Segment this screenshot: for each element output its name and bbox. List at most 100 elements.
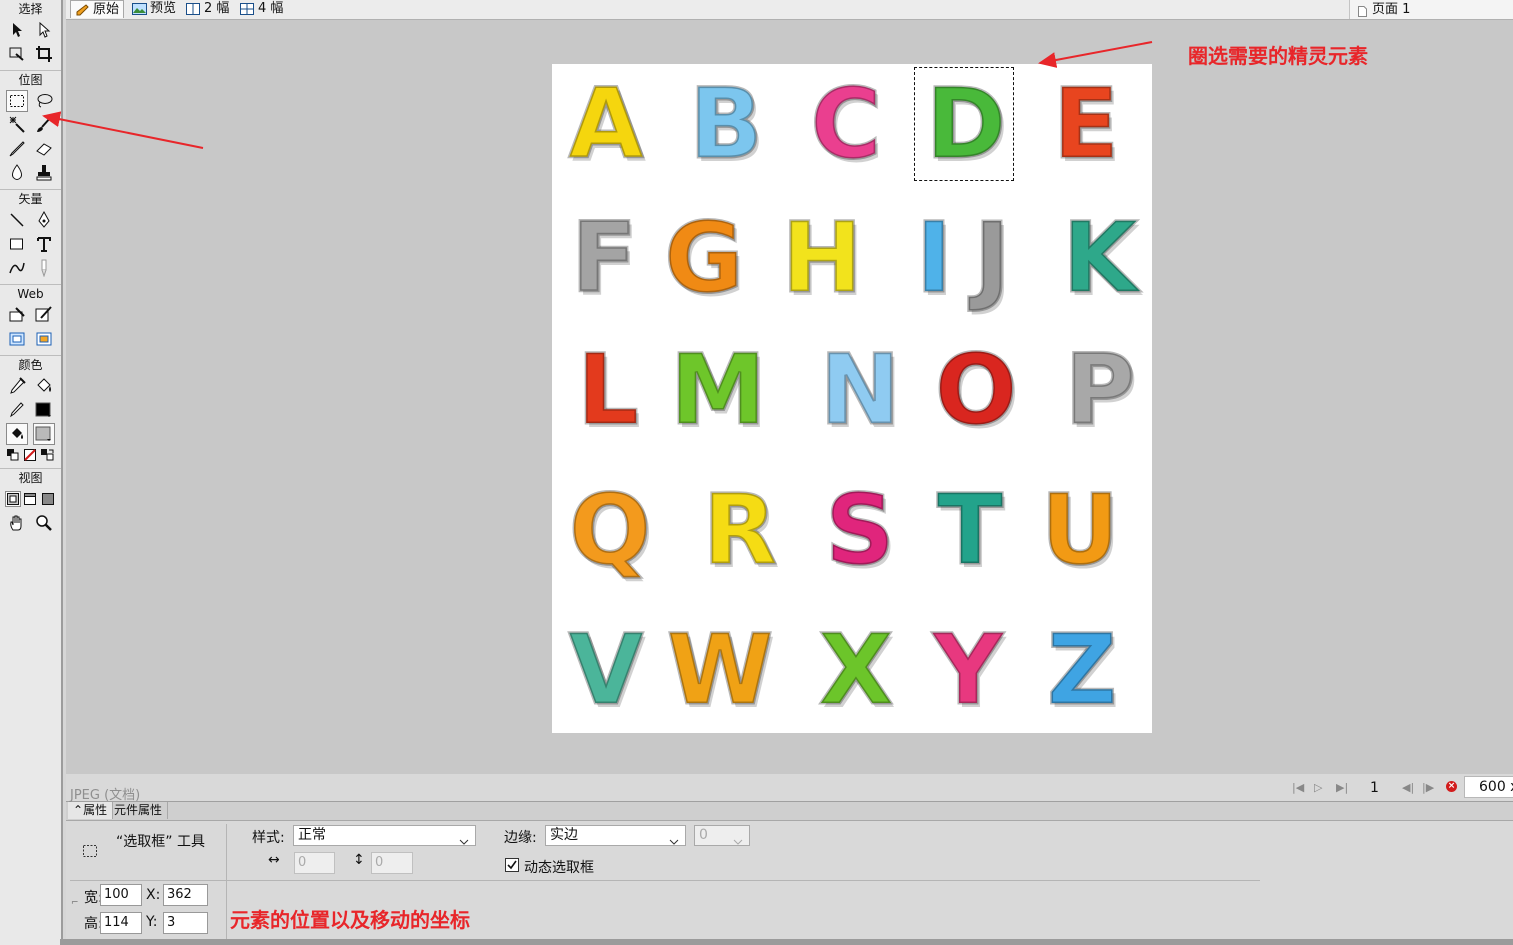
zoom-tool-icon[interactable] (33, 512, 55, 534)
document-type: JPEG (文档) (70, 788, 141, 803)
tab-symbol-properties[interactable]: 元件属性 (109, 802, 169, 819)
stroke-color-swatch[interactable] (33, 399, 55, 421)
view-tab-bar: 原始 预览 2 幅 4 幅 (66, 0, 1513, 20)
x-field[interactable]: 362 (163, 884, 208, 906)
play-icon[interactable]: ▷ (1314, 781, 1322, 794)
eyedropper-tool-icon[interactable] (6, 375, 28, 397)
letter-sprite-j: J (973, 202, 1012, 314)
paint-bucket-tool-icon[interactable] (33, 375, 55, 397)
edge-amount: 0 (694, 825, 750, 846)
toolbox-section-bitmap: 位图 (0, 70, 61, 89)
tab-properties-label: 属性 (83, 803, 108, 817)
y-field[interactable]: 3 (163, 912, 208, 934)
slice-tool-icon[interactable] (33, 304, 55, 326)
lasso-tool-icon[interactable] (33, 90, 55, 112)
rubber-stamp-tool-icon[interactable] (33, 162, 55, 184)
tab-2-up-label: 2 幅 (204, 1, 230, 16)
text-tool-icon[interactable] (33, 233, 55, 255)
magic-wand-tool-icon[interactable] (6, 114, 28, 136)
stop-icon[interactable]: × (1446, 781, 1457, 792)
rectangle-tool-icon[interactable] (6, 233, 28, 255)
swap-colors-icon[interactable] (41, 448, 55, 462)
hide-slices-icon[interactable] (6, 328, 28, 350)
style-label: 样式: (252, 830, 285, 846)
line-tool-icon[interactable] (6, 209, 28, 231)
blur-tool-icon[interactable] (6, 162, 28, 184)
zoom-level[interactable]: 600 x (1464, 776, 1513, 798)
letter-sprite-z: Z (1046, 614, 1119, 726)
brush-tool-icon[interactable] (33, 114, 55, 136)
style-value: 正常 (298, 827, 326, 843)
toolbox-section-select: 选择 (18, 2, 43, 16)
letter-sprite-c: C (809, 68, 882, 180)
document-canvas[interactable]: ABCDEFGHIJKLMNOPQRSTUVWXYZ (552, 64, 1152, 733)
canvas-area[interactable]: ABCDEFGHIJKLMNOPQRSTUVWXYZ (66, 20, 1513, 774)
y-label: Y: (146, 914, 158, 930)
tab-preview[interactable]: 预览 (128, 0, 180, 18)
pointer-tool-icon[interactable] (6, 19, 28, 41)
edge-dropdown[interactable]: 实边 (545, 825, 686, 846)
next-frame-icon[interactable]: |▶ (1422, 781, 1434, 794)
style-dropdown[interactable]: 正常 (293, 825, 476, 846)
fixed-height-icon: ↕ (353, 852, 365, 868)
letter-sprite-g: G (663, 202, 745, 314)
fill-color-icon[interactable] (6, 423, 29, 445)
fill-color-swatch[interactable] (32, 423, 55, 445)
freeform-tool-icon[interactable] (6, 257, 28, 279)
page-selector[interactable]: 页面 1 (1349, 0, 1513, 19)
hand-tool-icon[interactable] (6, 512, 28, 534)
toolbox-section-view: 视图 (0, 468, 61, 487)
toolbox-section-web: Web (0, 284, 61, 303)
eraser-tool-icon[interactable] (33, 138, 55, 160)
subselect-tool-icon[interactable] (33, 19, 55, 41)
edge-label: 边缘: (504, 830, 537, 846)
tab-4-up-label: 4 幅 (258, 1, 284, 16)
hotspot-tool-icon[interactable] (6, 304, 28, 326)
letter-sprite-w: W (666, 614, 775, 726)
toolbox-section-colors: 颜色 (0, 355, 61, 374)
height-field[interactable]: 114 (100, 912, 142, 934)
tab-2-up[interactable]: 2 幅 (182, 0, 233, 18)
full-screen-menus-mode-icon[interactable] (22, 491, 38, 507)
first-frame-icon[interactable]: |◀ (1292, 781, 1304, 794)
collapse-icon[interactable]: ⌃ (73, 803, 83, 817)
fixed-width-field: 0 (294, 852, 335, 874)
letter-sprite-a: A (567, 68, 644, 180)
marquee-tool-icon[interactable] (6, 90, 29, 112)
toolbox: 选择 位图 矢量 Web 颜色 视图 (0, 0, 63, 945)
lock-proportions-icon[interactable]: ⌐ (71, 898, 79, 908)
letter-sprite-m: M (669, 334, 768, 446)
pen-tool-icon[interactable] (33, 209, 55, 231)
knife-tool-icon[interactable] (33, 257, 55, 279)
toolbox-section-vector: 矢量 (0, 189, 61, 208)
chevron-down-icon (669, 832, 679, 851)
letter-sprite-s: S (824, 474, 896, 586)
full-screen-mode-icon[interactable] (40, 491, 56, 507)
no-color-icon[interactable] (23, 448, 37, 462)
horizontal-scrollbar[interactable] (60, 939, 1513, 945)
tab-original[interactable]: 原始 (70, 0, 125, 18)
crop-tool-icon[interactable] (33, 43, 55, 65)
tab-preview-label: 预览 (150, 1, 177, 16)
fixed-width-icon: ↔ (268, 852, 280, 868)
previous-frame-icon[interactable]: ◀| (1402, 781, 1414, 794)
dynamic-marquee-checkbox[interactable] (505, 858, 519, 872)
last-frame-icon[interactable]: ▶| (1336, 781, 1348, 794)
letter-sprite-q: Q (568, 474, 653, 586)
letter-sprite-r: R (702, 474, 779, 586)
chevron-down-icon (733, 832, 743, 851)
pencil-tool-icon[interactable] (6, 138, 28, 160)
show-slices-icon[interactable] (33, 328, 55, 350)
letter-sprite-y: Y (932, 614, 1005, 726)
letter-sprite-t: T (936, 474, 1004, 586)
scale-tool-icon[interactable] (6, 43, 28, 65)
width-field[interactable]: 100 (100, 884, 142, 906)
default-colors-icon[interactable] (6, 448, 20, 462)
tab-4-up[interactable]: 4 幅 (236, 0, 287, 18)
tab-properties[interactable]: ⌃属性 (68, 802, 114, 819)
letter-sprite-n: N (818, 334, 901, 446)
stroke-color-icon[interactable] (6, 399, 28, 421)
current-frame-number: 1 (1370, 780, 1379, 796)
standard-screen-mode-icon[interactable] (4, 491, 21, 507)
tool-name: “选取框” 工具 (116, 834, 205, 850)
